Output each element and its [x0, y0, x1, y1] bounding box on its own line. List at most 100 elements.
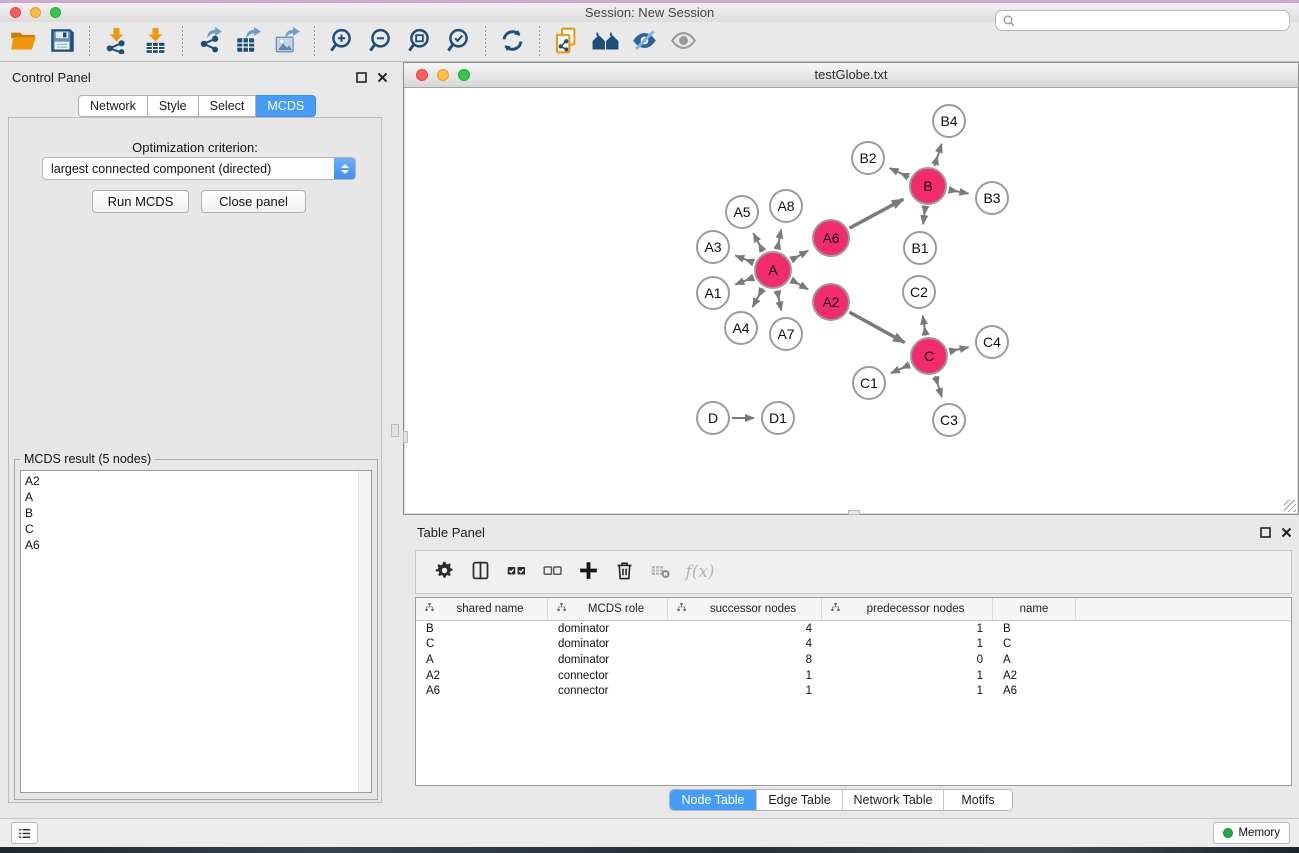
graph-node-a2[interactable]: A2	[812, 283, 850, 321]
export-table-button[interactable]	[229, 25, 268, 59]
table-cell[interactable]: connector	[548, 685, 668, 697]
graph-node-b4[interactable]: B4	[932, 104, 966, 138]
table-cell[interactable]: 1	[668, 685, 822, 697]
graph-node-a8[interactable]: A8	[769, 189, 803, 223]
graph-node-c1[interactable]: C1	[852, 366, 886, 400]
bottom-edge-grip[interactable]	[848, 510, 860, 515]
search-input[interactable]	[1019, 13, 1289, 29]
table-cell[interactable]: A	[416, 654, 548, 666]
table-close-panel-button[interactable]	[1280, 526, 1293, 539]
import-network-button[interactable]	[97, 25, 136, 59]
search-field[interactable]	[995, 10, 1290, 31]
table-cell[interactable]: connector	[548, 670, 668, 682]
import-table-button[interactable]	[136, 25, 175, 59]
graph-node-a7[interactable]: A7	[769, 317, 803, 351]
tab-mcds[interactable]: MCDS	[256, 95, 316, 117]
table-cell[interactable]: A6	[416, 685, 548, 697]
graph-node-b1[interactable]: B1	[903, 231, 937, 265]
table-cell[interactable]: 1	[822, 623, 993, 635]
export-image-button[interactable]	[268, 25, 307, 59]
graph-node-a3[interactable]: A3	[696, 230, 730, 264]
deselect-all-checkboxes-button[interactable]	[534, 556, 570, 588]
table-cell[interactable]: 1	[822, 685, 993, 697]
graph-node-a4[interactable]: A4	[724, 311, 758, 345]
split-divider-grip[interactable]	[391, 424, 399, 437]
mcds-result-item[interactable]: A6	[21, 537, 371, 553]
resize-corner-handle[interactable]	[1284, 500, 1296, 512]
zoom-in-button[interactable]	[322, 25, 361, 59]
table-cell[interactable]: 0	[822, 654, 993, 666]
table-row[interactable]: Adominator80A	[416, 652, 1291, 668]
table-cell[interactable]: dominator	[548, 638, 668, 650]
zoom-window-button[interactable]	[50, 7, 61, 18]
criterion-dropdown[interactable]: largest connected component (directed)	[42, 157, 356, 180]
table-cell[interactable]: A	[993, 654, 1076, 666]
mcds-result-list[interactable]: A2ABCA6	[20, 470, 372, 793]
network-zoom-button[interactable]	[458, 69, 470, 81]
graph-node-a1[interactable]: A1	[696, 276, 730, 310]
table-cell[interactable]: dominator	[548, 623, 668, 635]
graph-node-c4[interactable]: C4	[975, 325, 1009, 359]
close-window-button[interactable]	[10, 7, 21, 18]
table-cell[interactable]: 1	[668, 670, 822, 682]
tab-style[interactable]: Style	[148, 95, 199, 117]
tab-network-table[interactable]: Network Table	[843, 790, 944, 810]
delete-table-button[interactable]	[642, 556, 678, 588]
tab-edge-table[interactable]: Edge Table	[757, 790, 843, 810]
network-canvas[interactable]: B4B2BB3A8A5A6A3B1AA1C2A2A4A7C4CC1C3DD1	[405, 88, 1297, 513]
table-cell[interactable]: A6	[993, 685, 1076, 697]
zoom-fit-button[interactable]	[400, 25, 439, 59]
network-close-button[interactable]	[416, 69, 428, 81]
graph-node-b3[interactable]: B3	[975, 181, 1009, 215]
column-header-MCDS-role[interactable]: MCDS role	[548, 598, 668, 620]
close-panel-action-button[interactable]: Close panel	[201, 190, 306, 213]
scrollbar-track[interactable]	[358, 471, 371, 792]
graph-node-c2[interactable]: C2	[902, 275, 936, 309]
left-edge-grip[interactable]	[403, 431, 408, 443]
refresh-button[interactable]	[493, 25, 532, 59]
column-header-predecessor-nodes[interactable]: predecessor nodes	[822, 598, 993, 620]
table-row[interactable]: A2connector11A2	[416, 668, 1291, 684]
tab-network[interactable]: Network	[78, 95, 148, 117]
minimize-window-button[interactable]	[30, 7, 41, 18]
table-cell[interactable]: A2	[993, 670, 1076, 682]
network-window[interactable]: testGlobe.txt B4 B2 B B3 A8 A5 A6 A3 B1 A A1 C2 A2 A4…	[403, 62, 1299, 515]
duplicate-network-button[interactable]	[547, 25, 586, 59]
table-cell[interactable]: C	[993, 638, 1076, 650]
table-float-panel-button[interactable]	[1259, 526, 1272, 539]
table-row[interactable]: Bdominator41B	[416, 621, 1291, 637]
table-cell[interactable]: 1	[822, 638, 993, 650]
show-hide-graphics-button[interactable]	[664, 25, 703, 59]
table-cell[interactable]: C	[416, 638, 548, 650]
zoom-selected-button[interactable]	[439, 25, 478, 59]
graph-node-b2[interactable]: B2	[851, 141, 885, 175]
graph-node-d[interactable]: D	[696, 401, 730, 435]
table-cell[interactable]: 4	[668, 623, 822, 635]
table-row[interactable]: A6connector11A6	[416, 683, 1291, 699]
add-column-button[interactable]	[570, 556, 606, 588]
network-minimize-button[interactable]	[437, 69, 449, 81]
node-table[interactable]: shared nameMCDS rolesuccessor nodesprede…	[415, 597, 1292, 786]
table-cell[interactable]: A2	[416, 670, 548, 682]
zoom-out-button[interactable]	[361, 25, 400, 59]
split-panel-button[interactable]	[462, 556, 498, 588]
column-header-successor-nodes[interactable]: successor nodes	[668, 598, 822, 620]
graph-node-a[interactable]: A	[754, 251, 792, 289]
table-row[interactable]: Cdominator41C	[416, 637, 1291, 653]
table-cell[interactable]: 4	[668, 638, 822, 650]
network-window-titlebar[interactable]: testGlobe.txt	[404, 63, 1298, 88]
graph-node-b[interactable]: B	[909, 167, 947, 205]
mcds-result-item[interactable]: B	[21, 505, 371, 521]
close-panel-button[interactable]	[376, 71, 389, 84]
task-history-button[interactable]	[11, 822, 38, 844]
graph-node-a5[interactable]: A5	[725, 195, 759, 229]
graph-node-a6[interactable]: A6	[812, 219, 850, 257]
table-cell[interactable]: B	[993, 623, 1076, 635]
table-settings-button[interactable]	[426, 556, 462, 588]
memory-button[interactable]: Memory	[1213, 822, 1290, 844]
mcds-result-item[interactable]: C	[21, 521, 371, 537]
tab-node-table[interactable]: Node Table	[670, 790, 757, 810]
graph-node-d1[interactable]: D1	[761, 401, 795, 435]
table-cell[interactable]: B	[416, 623, 548, 635]
home-button[interactable]	[586, 25, 625, 59]
